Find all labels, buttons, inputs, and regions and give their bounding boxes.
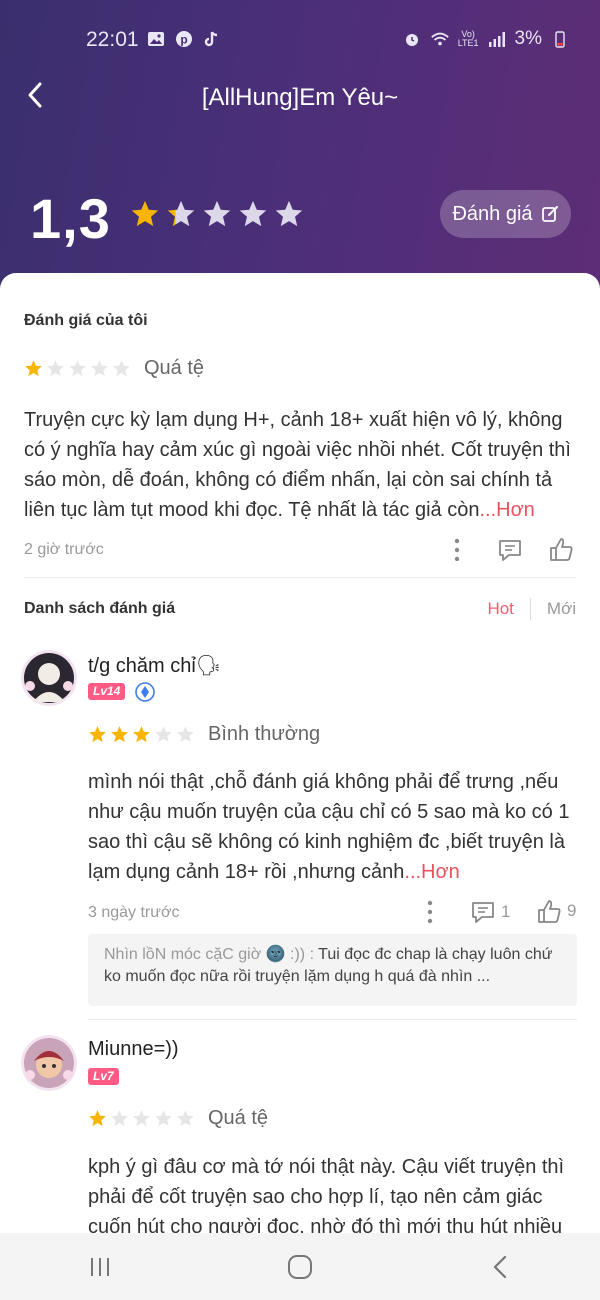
like-count: 9 bbox=[567, 901, 577, 920]
star-empty-icon bbox=[46, 359, 65, 378]
volte-indicator: Vo) LTE1 bbox=[457, 29, 479, 48]
star-empty-icon bbox=[202, 199, 232, 229]
my-review-title: Đánh giá của tôi bbox=[24, 312, 148, 329]
comment-icon bbox=[472, 902, 494, 923]
back-arrow-icon bbox=[493, 1255, 507, 1278]
status-bar: 22:01 p Vo) LTE1 3% bbox=[0, 22, 600, 58]
more-options-button[interactable] bbox=[447, 537, 467, 563]
pinterest-icon: p bbox=[174, 29, 194, 49]
star-filled-icon bbox=[130, 199, 160, 229]
star-empty-icon bbox=[238, 199, 268, 229]
star-empty-icon bbox=[112, 359, 131, 378]
like-button[interactable]: 9 bbox=[536, 898, 576, 924]
thumbs-up-icon bbox=[550, 538, 573, 561]
avatar[interactable] bbox=[21, 650, 77, 706]
star-empty-icon bbox=[68, 359, 87, 378]
rate-button[interactable]: Đánh giá bbox=[440, 190, 571, 238]
star-empty-icon bbox=[274, 199, 304, 229]
avatar[interactable] bbox=[21, 1035, 77, 1091]
star-filled-icon bbox=[166, 199, 196, 229]
comment-button[interactable] bbox=[497, 537, 523, 563]
home-button[interactable] bbox=[270, 1245, 330, 1289]
review-stars: Bình thường bbox=[88, 723, 320, 746]
status-time: 22:01 bbox=[86, 28, 139, 51]
review-header: 22:01 p Vo) LTE1 3% [AllHung]Em Yêu~ 1,3… bbox=[0, 0, 600, 300]
star-empty-icon bbox=[110, 1109, 129, 1128]
my-review-star-label: Quá tệ bbox=[144, 357, 205, 379]
star-filled-icon bbox=[132, 725, 151, 744]
recent-apps-icon bbox=[91, 1257, 109, 1276]
like-button[interactable] bbox=[548, 536, 574, 562]
battery-percent: 3% bbox=[514, 28, 542, 49]
reply-author: Nhìn lồN móc cặC giờ 🌚 :)) : bbox=[104, 946, 315, 963]
system-back-button[interactable] bbox=[470, 1245, 530, 1289]
star-empty-icon bbox=[154, 725, 173, 744]
svg-text:p: p bbox=[180, 33, 187, 47]
average-rating: 1,3 bbox=[30, 187, 111, 250]
system-nav-bar bbox=[0, 1233, 600, 1300]
comment-button[interactable]: 1 bbox=[470, 899, 510, 925]
review-star-label: Bình thường bbox=[208, 723, 321, 745]
review-time: 3 ngày trước bbox=[88, 904, 180, 921]
verified-badge-icon bbox=[135, 682, 155, 707]
star-empty-icon bbox=[176, 725, 195, 744]
my-review-text: Truyện cực kỳ lạm dụng H+, cảnh 18+ xuất… bbox=[24, 409, 571, 521]
alarm-icon bbox=[402, 29, 422, 49]
tab-new[interactable]: Mới bbox=[547, 599, 576, 619]
star-empty-icon bbox=[176, 1109, 195, 1128]
review-star-label: Quá tệ bbox=[208, 1107, 269, 1129]
gallery-icon bbox=[146, 29, 166, 49]
rate-button-label: Đánh giá bbox=[452, 202, 533, 225]
average-rating-stars bbox=[130, 199, 304, 229]
star-filled-icon bbox=[110, 725, 129, 744]
divider bbox=[24, 577, 576, 578]
home-icon bbox=[288, 1254, 312, 1279]
review-username[interactable]: Miunne=)) bbox=[88, 1038, 179, 1061]
more-options-button[interactable] bbox=[420, 899, 440, 925]
recent-apps-button[interactable] bbox=[70, 1245, 130, 1289]
content-card: Đánh giá của tôi Quá tệ Truyện cực kỳ lạ… bbox=[0, 273, 600, 1233]
review-text: kph ý gì đâu cơ mà tớ nói thật này. Cậu … bbox=[88, 1156, 565, 1233]
page-title: [AllHung]Em Yêu~ bbox=[201, 84, 399, 111]
divider bbox=[88, 1019, 577, 1020]
star-empty-icon bbox=[132, 1109, 151, 1128]
read-more-link[interactable]: ...Hơn bbox=[404, 861, 459, 883]
sort-tabs: Hot Mới bbox=[487, 598, 576, 620]
tiktok-icon bbox=[202, 29, 222, 49]
more-vertical-icon bbox=[454, 538, 460, 562]
star-filled-icon bbox=[24, 359, 43, 378]
star-empty-icon bbox=[154, 1109, 173, 1128]
read-more-link[interactable]: ...Hơn bbox=[479, 499, 534, 521]
wifi-icon bbox=[430, 29, 450, 49]
signal-icon bbox=[487, 29, 507, 49]
star-filled-icon bbox=[88, 1109, 107, 1128]
review-text: mình nói thật ,chỗ đánh giá không phải đ… bbox=[88, 771, 570, 883]
star-empty-icon bbox=[90, 359, 109, 378]
comment-icon bbox=[499, 540, 521, 561]
thumbs-up-icon bbox=[538, 900, 561, 923]
comment-count: 1 bbox=[501, 902, 511, 921]
review-stars: Quá tệ bbox=[88, 1107, 268, 1130]
review-list-title: Danh sách đánh giá bbox=[24, 600, 176, 617]
level-badge: Lv14 bbox=[88, 683, 126, 700]
level-badge: Lv7 bbox=[88, 1068, 119, 1085]
my-review-stars: Quá tệ bbox=[24, 357, 204, 380]
reply-preview[interactable]: Nhìn lồN móc cặC giờ 🌚 :)) : Tui đọc đc … bbox=[88, 934, 577, 1006]
more-vertical-icon bbox=[427, 900, 433, 924]
edit-icon bbox=[541, 206, 558, 222]
star-filled-icon bbox=[88, 725, 107, 744]
review-username[interactable]: t/g chăm chỉ🗣 bbox=[88, 653, 221, 678]
tab-hot[interactable]: Hot bbox=[487, 599, 513, 619]
my-review-time: 2 giờ trước bbox=[24, 541, 104, 558]
battery-low-icon bbox=[550, 29, 570, 49]
